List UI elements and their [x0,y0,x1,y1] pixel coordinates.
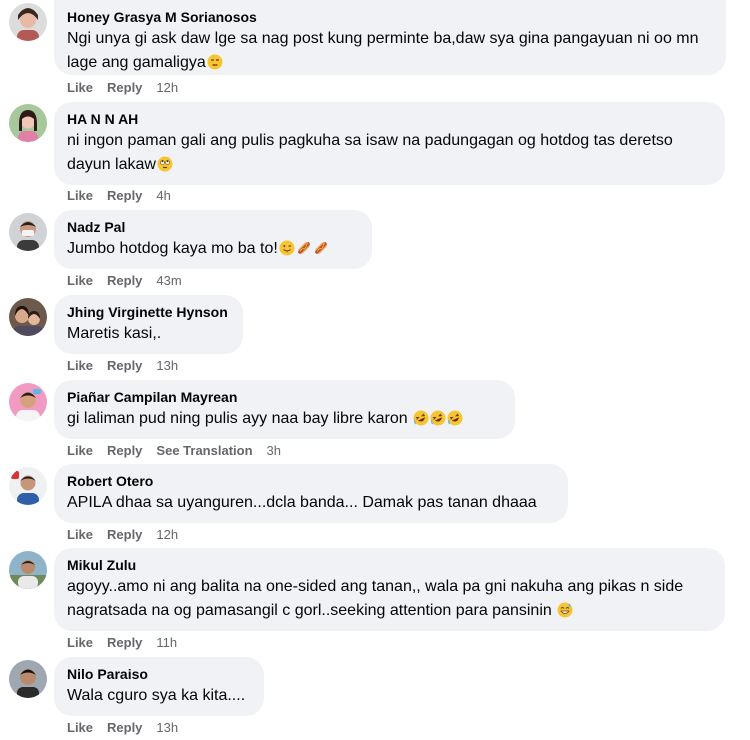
comment-time[interactable]: 43m [156,273,181,289]
comment-time[interactable]: 12h [156,527,178,543]
rofl-face-icon [413,410,429,426]
comment-author[interactable]: Honey Grasya M Sorianosos [67,8,713,26]
reply-button[interactable]: Reply [107,635,142,651]
reply-button[interactable]: Reply [107,80,142,96]
reply-button[interactable]: Reply [107,527,142,543]
comment-author[interactable]: HA N N AH [67,110,712,128]
see-translation-button[interactable]: See Translation [156,443,252,459]
comment-actions: Like Reply 13h [67,358,192,374]
like-button[interactable]: Like [67,273,93,289]
reply-button[interactable]: Reply [107,358,142,374]
comment-time[interactable]: 12h [156,80,178,96]
comment-bubble: Mikul Zulu agoyy..amo ni ang balita na o… [54,548,725,631]
comment-time[interactable]: 13h [156,720,178,736]
comment-time[interactable]: 4h [156,188,170,204]
comment-bubble: Jhing Virginette Hynson Maretis kasi,. [54,295,243,354]
comment-bubble: Piañar Campilan Mayrean gi laliman pud n… [54,380,515,439]
comment-author[interactable]: Piañar Campilan Mayrean [67,388,502,406]
comment-text: Ngi unya gi ask daw lge sa nag post kung… [67,27,713,75]
comment-text-content: gi laliman pud ning pulis ayy naa bay li… [67,410,408,427]
reply-button[interactable]: Reply [107,443,142,459]
comment-bubble: HA N N AH ni ingon paman gali ang pulis … [54,102,725,185]
comment-bubble: Honey Grasya M Sorianosos Ngi unya gi as… [54,0,726,75]
comment-time[interactable]: 3h [267,443,281,459]
unamused-face-icon [207,54,223,70]
comment-actions: Like Reply 12h [67,527,192,543]
comment-text: Jumbo hotdog kaya mo ba to! [67,237,359,261]
comment-text: gi laliman pud ning pulis ayy naa bay li… [67,407,502,431]
comment-text-content: Jumbo hotdog kaya mo ba to! [67,240,278,257]
hotdog-icon [314,242,327,254]
comment-author[interactable]: Mikul Zulu [67,556,712,574]
reply-button[interactable]: Reply [107,273,142,289]
reply-button[interactable]: Reply [107,720,142,736]
comment-text: agoyy..amo ni ang balita na one-sided an… [67,575,712,623]
like-button[interactable]: Like [67,188,93,204]
comment-text: Maretis kasi,. [67,322,230,346]
avatar[interactable] [9,660,47,698]
avatar[interactable] [9,383,47,421]
comment-text: Wala cguro sya ka kita.... [67,684,251,708]
comment-actions: Like Reply 4h [67,188,185,204]
like-button[interactable]: Like [67,443,93,459]
comment-author[interactable]: Nilo Paraiso [67,665,251,683]
comment-text-content: Ngi unya gi ask daw lge sa nag post kung… [67,30,699,71]
comment-author[interactable]: Jhing Virginette Hynson [67,303,230,321]
comment-author[interactable]: Robert Otero [67,472,555,490]
comment-actions: Like Reply 13h [67,720,192,736]
comment-bubble: Nilo Paraiso Wala cguro sya ka kita.... [54,657,264,716]
rofl-face-icon [447,410,463,426]
comment-text-content: APILA dhaa sa uyanguren...dcla banda... … [67,494,537,511]
avatar[interactable] [9,104,47,142]
like-button[interactable]: Like [67,358,93,374]
hotdog-icon [297,242,310,254]
avatar[interactable] [9,3,47,41]
comment-text: ni ingon paman gali ang pulis pagkuha sa… [67,129,712,177]
comment-actions: Like Reply See Translation 3h [67,443,295,459]
comment-text-content: Wala cguro sya ka kita.... [67,687,246,704]
comment-text-content: agoyy..amo ni ang balita na one-sided an… [67,578,684,619]
reply-button[interactable]: Reply [107,188,142,204]
like-button[interactable]: Like [67,720,93,736]
rofl-face-icon [430,410,446,426]
avatar[interactable] [9,551,47,589]
comment-actions: Like Reply 12h [67,80,192,96]
comment-time[interactable]: 11h [156,635,177,651]
comment-author[interactable]: Nadz Pal [67,218,359,236]
grinning-sweat-face-icon [557,602,573,618]
rolling-eyes-face-icon [157,156,173,172]
like-button[interactable]: Like [67,635,93,651]
winking-tongue-face-icon [279,240,295,256]
avatar[interactable] [9,467,47,505]
comment-text: APILA dhaa sa uyanguren...dcla banda... … [67,491,555,515]
comment-time[interactable]: 13h [156,358,178,374]
like-button[interactable]: Like [67,527,93,543]
comment-actions: Like Reply 43m [67,273,196,289]
avatar[interactable] [9,213,47,251]
comment-actions: Like Reply 11h [67,635,191,651]
like-button[interactable]: Like [67,80,93,96]
comment-bubble: Nadz Pal Jumbo hotdog kaya mo ba to! [54,210,372,269]
comment-text-content: Maretis kasi,. [67,325,162,342]
avatar[interactable] [9,298,47,336]
comment-bubble: Robert Otero APILA dhaa sa uyanguren...d… [54,464,568,523]
